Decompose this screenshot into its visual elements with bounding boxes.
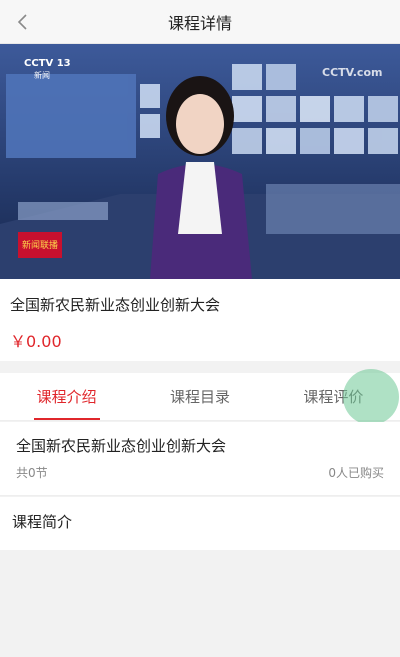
course-title: 全国新农民新业态创业创新大会	[10, 296, 221, 314]
buyer-count: 0人已购买	[328, 466, 384, 480]
video-player[interactable]: 新闻联播 CCTV 13 新闻 CCTV.com	[0, 44, 400, 279]
video-frame: 新闻联播 CCTV 13 新闻 CCTV.com	[0, 44, 400, 279]
top-navbar: 课程详情	[0, 0, 400, 44]
channel-logo: CCTV 13	[24, 58, 71, 69]
channel-sub: 新闻	[34, 70, 50, 80]
course-summary: 全国新农民新业态创业创新大会 共0节 0人已购买	[0, 422, 400, 496]
tab-course-intro[interactable]: 课程介绍	[0, 373, 133, 420]
lesson-count: 共0节	[16, 466, 48, 480]
summary-meta: 共0节 0人已购买	[16, 464, 384, 481]
tab-course-catalog[interactable]: 课程目录	[133, 373, 266, 420]
course-price: ￥0.00	[10, 332, 62, 351]
course-info-card: 全国新农民新业态创业创新大会 ￥0.00	[0, 279, 400, 361]
touch-indicator	[343, 369, 399, 425]
page-title: 课程详情	[167, 13, 232, 33]
back-button[interactable]	[6, 6, 38, 38]
course-tabs: 课程介绍 课程目录 课程评价	[0, 373, 400, 421]
intro-heading: 课程简介	[12, 513, 73, 531]
program-badge: 新闻联播	[22, 239, 58, 251]
chevron-left-icon	[17, 14, 27, 30]
course-intro-section: 课程简介	[0, 497, 400, 550]
summary-title: 全国新农民新业态创业创新大会	[16, 437, 227, 455]
cctv-watermark: CCTV.com	[322, 66, 382, 79]
